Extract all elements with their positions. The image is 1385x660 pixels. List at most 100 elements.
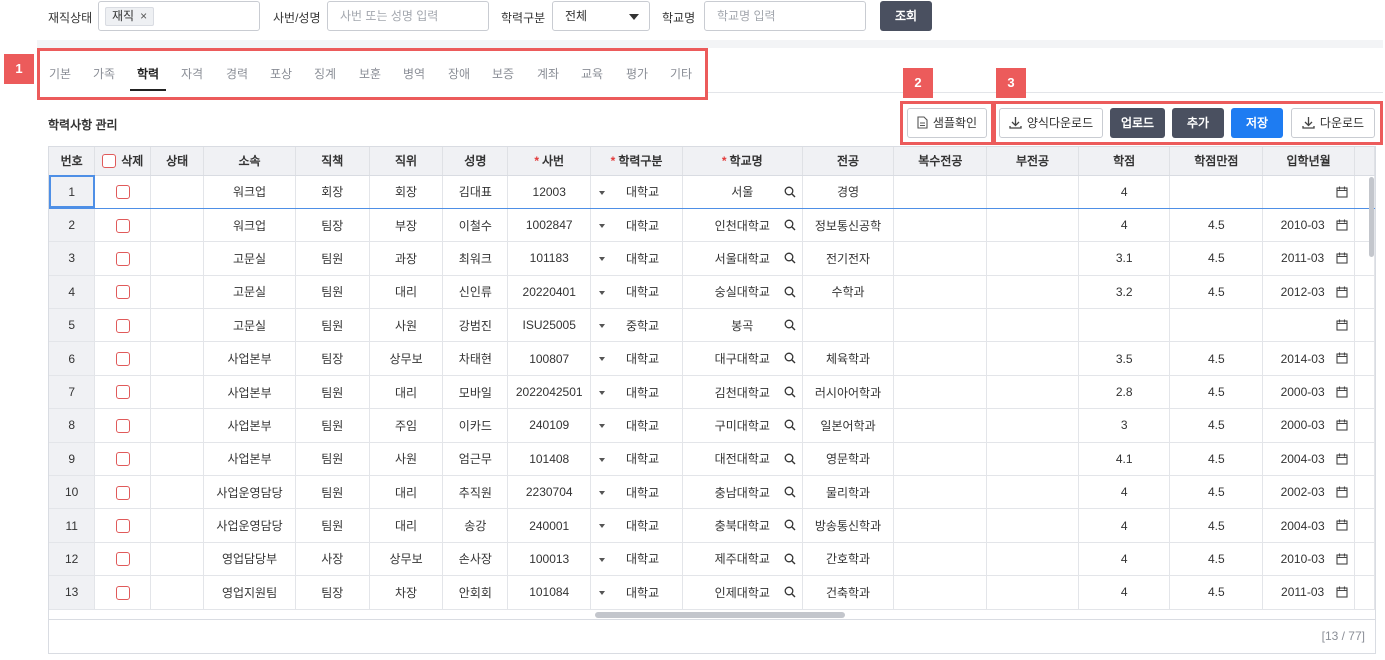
cell-edu-type[interactable]: 대학교 [590, 208, 683, 243]
cell-dept[interactable]: 고문실 [203, 308, 296, 343]
tab-account[interactable]: 계좌 [537, 65, 559, 82]
cell-status[interactable] [150, 275, 205, 310]
row-delete-checkbox[interactable] [115, 452, 130, 467]
table-row[interactable]: 13 영업지원팀 팀장 차장 안회회 101084 대학교 인제대학교 건축학과 4 4.5 2011… [49, 575, 1375, 610]
cell-name[interactable]: 강범진 [442, 308, 509, 343]
cell-major[interactable]: 경영 [802, 174, 895, 209]
cell-credit[interactable]: 3.5 [1078, 341, 1171, 376]
cell-credit-max[interactable]: 4.5 [1169, 575, 1264, 610]
cell-edu-type[interactable]: 대학교 [590, 408, 683, 443]
cell-school[interactable]: 구미대학교 [682, 408, 803, 443]
cell-credit[interactable]: 3.1 [1078, 241, 1171, 276]
cell-rank[interactable]: 과장 [369, 241, 444, 276]
cell-edu-type[interactable]: 대학교 [590, 575, 683, 610]
calendar-icon[interactable] [1336, 553, 1348, 568]
cell-school[interactable]: 제주대학교 [682, 542, 803, 577]
cell-dept[interactable]: 영업지원팀 [203, 575, 296, 610]
cell-dept[interactable]: 고문실 [203, 275, 296, 310]
cell-rank[interactable]: 회장 [369, 174, 444, 209]
cell-empno[interactable]: 2022042501 [507, 375, 592, 410]
tab-guarantee[interactable]: 보증 [492, 65, 514, 82]
cell-edu-type[interactable]: 대학교 [590, 442, 683, 477]
table-row[interactable]: 2 워크업 팀장 부장 이철수 1002847 대학교 인천대학교 정보통신공학 4 4.5 2010… [49, 208, 1375, 243]
cell-delete[interactable] [94, 208, 152, 243]
row-delete-checkbox[interactable] [115, 485, 130, 500]
row-delete-checkbox[interactable] [115, 418, 130, 433]
cell-empno[interactable]: ISU25005 [507, 308, 592, 343]
cell-double-major[interactable] [893, 174, 988, 209]
cell-minor[interactable] [986, 542, 1079, 577]
cell-edu-type[interactable]: 대학교 [590, 275, 683, 310]
cell-double-major[interactable] [893, 575, 988, 610]
cell-title[interactable]: 사장 [295, 542, 370, 577]
tab-basic[interactable]: 기본 [49, 65, 71, 82]
cell-school[interactable]: 인제대학교 [682, 575, 803, 610]
cell-major[interactable]: 간호학과 [802, 542, 895, 577]
cell-rank[interactable]: 부장 [369, 208, 444, 243]
cell-title[interactable]: 팀원 [295, 275, 370, 310]
cell-delete[interactable] [94, 241, 152, 276]
cell-admission[interactable]: 2004-03 [1262, 442, 1355, 477]
row-delete-checkbox[interactable] [115, 285, 130, 300]
cell-admission[interactable]: 2000-03 [1262, 375, 1355, 410]
cell-empno[interactable]: 101084 [507, 575, 592, 610]
tab-training[interactable]: 교육 [581, 65, 603, 82]
horizontal-scrollbar[interactable] [595, 612, 845, 618]
cell-rank[interactable]: 대리 [369, 275, 444, 310]
cell-major[interactable]: 체육학과 [802, 341, 895, 376]
cell-rank[interactable]: 대리 [369, 508, 444, 543]
table-row[interactable]: 1 워크업 회장 회장 김대표 12003 대학교 서울 경영 4 [49, 174, 1375, 209]
cell-empno[interactable]: 20220401 [507, 275, 592, 310]
cell-minor[interactable] [986, 408, 1079, 443]
cell-dept[interactable]: 사업운영담당 [203, 475, 296, 510]
cell-title[interactable]: 팀장 [295, 341, 370, 376]
cell-admission[interactable] [1262, 174, 1355, 209]
cell-no[interactable]: 7 [49, 375, 96, 410]
tab-education[interactable]: 학력 [137, 65, 159, 82]
cell-major[interactable]: 정보통신공학 [802, 208, 895, 243]
cell-rank[interactable]: 사원 [369, 442, 444, 477]
tab-discipline[interactable]: 징계 [314, 65, 336, 82]
cell-rank[interactable]: 주임 [369, 408, 444, 443]
tab-family[interactable]: 가족 [93, 65, 115, 82]
cell-school[interactable]: 충남대학교 [682, 475, 803, 510]
cell-status[interactable] [150, 508, 205, 543]
cell-delete[interactable] [94, 575, 152, 610]
cell-name[interactable]: 김대표 [442, 174, 509, 209]
cell-name[interactable]: 최워크 [442, 241, 509, 276]
cell-title[interactable]: 팀원 [295, 475, 370, 510]
cell-credit-max[interactable]: 4.5 [1169, 341, 1264, 376]
cell-name[interactable]: 송강 [442, 508, 509, 543]
cell-title[interactable]: 팀장 [295, 208, 370, 243]
cell-admission[interactable]: 2010-03 [1262, 542, 1355, 577]
search-button[interactable]: 조회 [880, 1, 932, 31]
cell-rank[interactable]: 상무보 [369, 542, 444, 577]
cell-title[interactable]: 팀원 [295, 308, 370, 343]
cell-title[interactable]: 팀원 [295, 442, 370, 477]
cell-delete[interactable] [94, 174, 152, 209]
cell-credit-max[interactable]: 4.5 [1169, 442, 1264, 477]
search-icon[interactable] [784, 386, 796, 401]
cell-admission[interactable]: 2002-03 [1262, 475, 1355, 510]
cell-admission[interactable]: 2012-03 [1262, 275, 1355, 310]
search-icon[interactable] [784, 219, 796, 234]
cell-school[interactable]: 김천대학교 [682, 375, 803, 410]
row-delete-checkbox[interactable] [115, 519, 130, 534]
header-edu-type[interactable]: * 학력구분 [590, 147, 683, 176]
header-credit[interactable]: 학점 [1078, 147, 1171, 176]
cell-admission[interactable]: 2010-03 [1262, 208, 1355, 243]
cell-edu-type[interactable]: 대학교 [590, 241, 683, 276]
search-icon[interactable] [784, 319, 796, 334]
calendar-icon[interactable] [1336, 519, 1348, 534]
header-admission[interactable]: 입학년월 [1262, 147, 1355, 176]
cell-no[interactable]: 4 [49, 275, 96, 310]
cell-rank[interactable]: 차장 [369, 575, 444, 610]
cell-title[interactable]: 팀원 [295, 375, 370, 410]
cell-credit-max[interactable]: 4.5 [1169, 508, 1264, 543]
cell-no[interactable]: 5 [49, 308, 96, 343]
calendar-icon[interactable] [1336, 319, 1348, 334]
sample-check-button[interactable]: 샘플확인 [907, 108, 987, 138]
cell-double-major[interactable] [893, 442, 988, 477]
row-delete-checkbox[interactable] [115, 185, 130, 200]
tab-veteran[interactable]: 보훈 [359, 65, 381, 82]
